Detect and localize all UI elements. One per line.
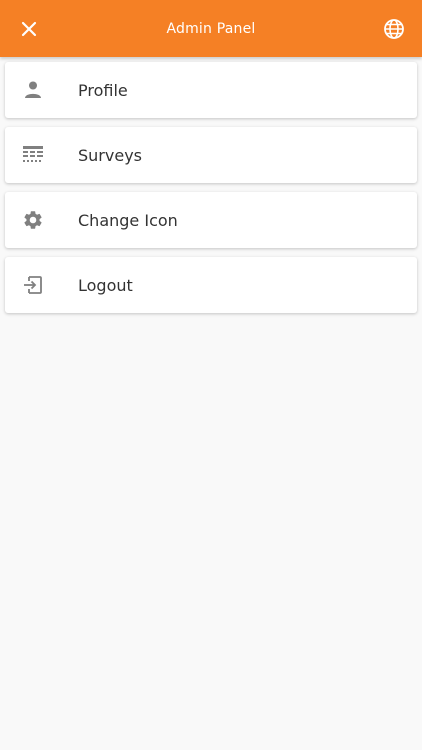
menu-item-label: Logout [78,275,133,295]
close-icon [21,21,36,36]
admin-panel-screen: Admin Panel Profile Surveys Change Icon … [0,0,422,750]
menu-item-label: Change Icon [78,210,178,230]
survey-list-icon [23,146,43,162]
menu-item-profile[interactable]: Profile [5,62,417,118]
page-title: Admin Panel [166,20,256,37]
menu-icon-wrapper [5,62,61,118]
logout-icon [24,276,42,294]
admin-menu: Profile Surveys Change Icon Logout [5,62,417,322]
menu-item-logout[interactable]: Logout [5,257,417,313]
gear-icon [24,211,42,229]
globe-icon [383,18,404,39]
menu-item-label: Surveys [78,145,142,165]
menu-item-label: Profile [78,80,128,100]
close-button[interactable] [0,0,57,57]
menu-item-change-icon[interactable]: Change Icon [5,192,417,248]
language-button[interactable] [365,0,422,57]
app-bar: Admin Panel [0,0,422,57]
menu-icon-wrapper [5,257,61,313]
menu-icon-wrapper [5,192,61,248]
person-icon [25,81,41,98]
menu-item-surveys[interactable]: Surveys [5,127,417,183]
menu-icon-wrapper [5,127,61,183]
